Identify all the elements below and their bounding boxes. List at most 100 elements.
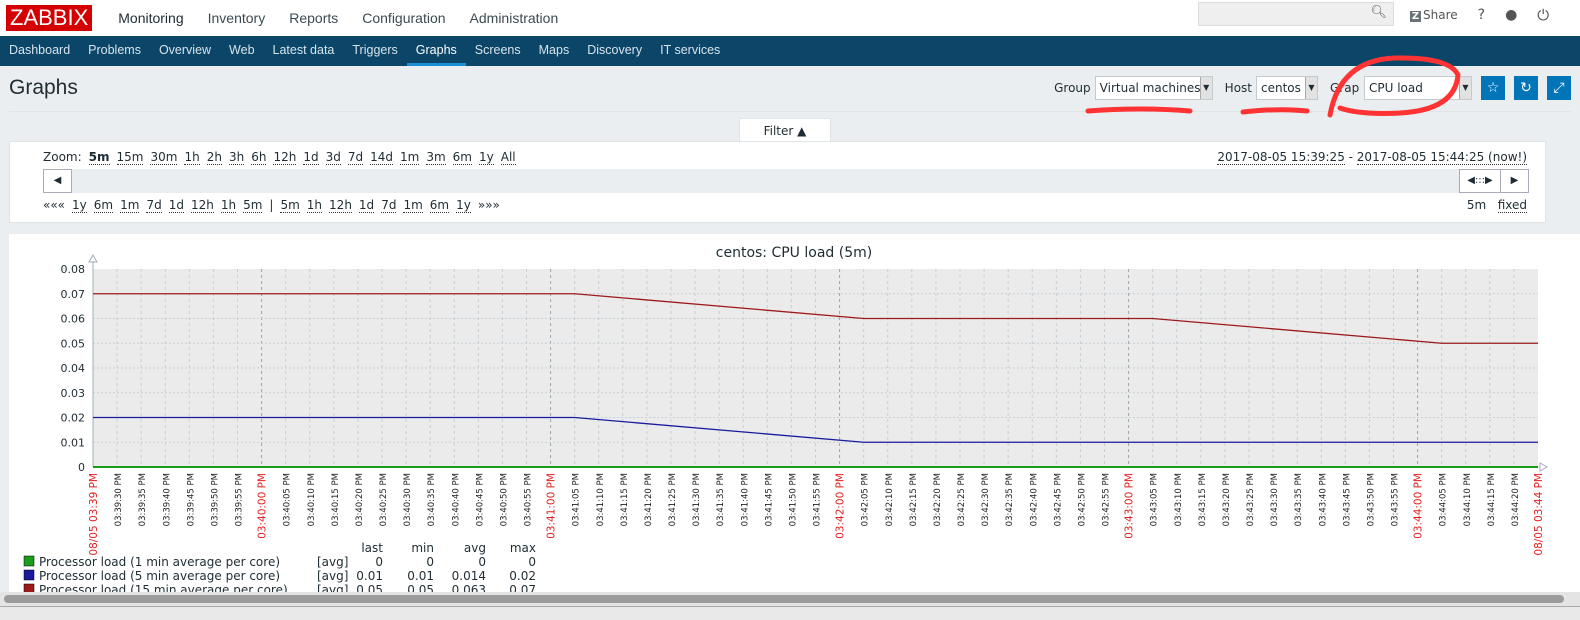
back-option[interactable]: 5m — [243, 198, 263, 213]
x-tick-label: 03:40:50 PM — [499, 473, 509, 526]
x-tick-label: 03:43:50 PM — [1366, 473, 1376, 526]
legend-max: 0.02 — [509, 569, 536, 583]
x-tick-label: 03:43:05 PM — [1150, 473, 1160, 526]
legend-avg: 0 — [478, 555, 486, 569]
x-tick-label: 03:43:45 PM — [1342, 473, 1352, 526]
zoom-option-1d[interactable]: 1d — [303, 150, 319, 165]
legend-swatch — [23, 569, 35, 581]
zoom-option-12h[interactable]: 12h — [273, 150, 297, 165]
forward-option[interactable]: »»» — [478, 198, 500, 213]
zoom-option-6m[interactable]: 6m — [452, 150, 472, 165]
cpu-load-chart: centos: CPU load (5m) 08/05 03:39 PM 03:39… — [23, 245, 1549, 597]
arrow-left-icon: ◀ — [53, 175, 62, 186]
timeline-scrollbar[interactable]: ◀ ◀:::▶ ▶ — [43, 169, 1529, 193]
legend-header-max: max — [510, 541, 536, 555]
x-tick-label: 03:41:15 PM — [620, 473, 630, 526]
zoom-option-30m[interactable]: 30m — [150, 150, 178, 165]
zoom-option-3m[interactable]: 3m — [426, 150, 446, 165]
x-tick-label: 03:42:00 PM — [835, 473, 847, 539]
forward-option[interactable]: 7d — [381, 198, 397, 213]
x-tick-label: 03:42:20 PM — [933, 473, 943, 526]
x-tick-label: 03:42:25 PM — [957, 473, 967, 526]
timeline-slider-handle[interactable]: ◀:::▶ — [1459, 169, 1501, 193]
legend-series-name: Processor load (5 min average per core) — [39, 569, 280, 583]
drag-handle-icon: ◀:::▶ — [1467, 175, 1493, 186]
x-tick-label: 03:43:10 PM — [1174, 473, 1184, 526]
x-tick-label: 03:43:35 PM — [1294, 473, 1304, 526]
back-option[interactable]: 1y — [72, 198, 87, 213]
forward-option[interactable]: 1h — [306, 198, 323, 213]
legend-header-min: min — [411, 541, 434, 555]
x-tick-label: 03:43:40 PM — [1318, 473, 1328, 526]
back-option[interactable]: ««« — [43, 198, 65, 213]
zoom-option-3d[interactable]: 3d — [325, 150, 341, 165]
legend-swatch — [23, 555, 35, 567]
forward-option[interactable]: 12h — [329, 198, 352, 213]
x-tick-label: 03:42:10 PM — [885, 473, 895, 526]
x-tick-label: 03:39:45 PM — [186, 473, 196, 526]
y-tick-label: 0.04 — [61, 362, 86, 375]
x-tick-label: 03:43:15 PM — [1198, 473, 1208, 526]
x-tick-label: 03:44:15 PM — [1487, 473, 1497, 526]
y-tick-label: 0.01 — [61, 436, 86, 449]
back-option[interactable]: 7d — [146, 198, 162, 213]
x-tick-label: 03:42:05 PM — [861, 473, 871, 526]
zoom-option-14d[interactable]: 14d — [370, 150, 393, 165]
legend-last: 0 — [375, 555, 383, 569]
back-option[interactable]: 1m — [120, 198, 140, 213]
separator: | — [269, 198, 274, 212]
legend-header-last: last — [361, 541, 383, 555]
scrollbar-thumb[interactable] — [4, 595, 1564, 603]
zoom-option-1y[interactable]: 1y — [478, 150, 494, 165]
back-option[interactable]: 6m — [93, 198, 114, 213]
forward-option[interactable]: 1y — [456, 198, 471, 213]
zoom-option-3h[interactable]: 3h — [228, 150, 245, 165]
forward-option[interactable]: 1m — [403, 198, 423, 213]
filter-toggle-tab[interactable]: Filter ▲ — [739, 118, 831, 142]
zoom-option-5m[interactable]: 5m — [88, 150, 110, 165]
x-tick-label: 03:41:10 PM — [596, 473, 606, 526]
scroll-right-button[interactable]: ▶ — [1500, 169, 1529, 193]
legend-func: [avg] — [317, 555, 348, 569]
forward-option[interactable]: 6m — [429, 198, 450, 213]
x-tick-label: 03:39:55 PM — [235, 473, 245, 526]
zoom-option-15m[interactable]: 15m — [116, 150, 144, 165]
forward-option[interactable]: 5m — [280, 198, 300, 213]
x-tick-label: 03:40:00 PM — [257, 473, 269, 539]
zoom-option-6h[interactable]: 6h — [251, 150, 267, 165]
date-to-link[interactable]: 2017-08-05 15:44:25 (now!) — [1356, 150, 1527, 165]
x-tick-label: 03:41:55 PM — [813, 473, 823, 526]
legend-min: 0 — [426, 555, 434, 569]
y-tick-label: 0 — [78, 461, 85, 474]
x-tick-label: 03:40:15 PM — [331, 473, 341, 526]
x-tick-label: 03:41:50 PM — [788, 473, 798, 526]
x-tick-label: 03:42:30 PM — [981, 473, 991, 526]
y-axis-arrow-icon — [88, 253, 98, 263]
zoom-option-7d[interactable]: 7d — [347, 150, 364, 165]
zoom-option-1h[interactable]: 1h — [184, 150, 200, 165]
x-tick-label: 03:44:20 PM — [1511, 473, 1521, 526]
scroll-left-button[interactable]: ◀ — [43, 169, 72, 193]
x-tick-label: 03:40:20 PM — [355, 473, 365, 526]
date-from-link[interactable]: 2017-08-05 15:39:25 — [1217, 150, 1345, 165]
back-option[interactable]: 12h — [190, 198, 214, 213]
fixed-toggle[interactable]: fixed — [1497, 198, 1527, 213]
zoom-option-1m[interactable]: 1m — [400, 150, 420, 165]
x-tick-label: 03:44:10 PM — [1463, 473, 1473, 526]
time-filter-panel: Zoom: 5m 15m 30m 1h 2h 3h 6h 12h 1d 3d 7d 14d 1m 3m 6m 1… — [9, 141, 1546, 223]
zoom-option-2h[interactable]: 2h — [206, 150, 222, 165]
x-tick-label: 03:43:20 PM — [1222, 473, 1232, 526]
zoom-label: Zoom: — [43, 150, 82, 164]
x-tick-label: 03:40:40 PM — [451, 473, 461, 526]
x-tick-label: 03:39:30 PM — [114, 473, 124, 526]
back-option[interactable]: 1d — [168, 198, 184, 213]
x-tick-label: 08/05 03:39 PM — [88, 473, 100, 556]
legend-max: 0 — [528, 555, 536, 569]
forward-option[interactable]: 1d — [358, 198, 375, 213]
x-tick-label: 03:42:55 PM — [1102, 473, 1112, 526]
back-option[interactable]: 1h — [220, 198, 237, 213]
zoom-option-All[interactable]: All — [500, 150, 516, 165]
legend-header-avg: avg — [464, 541, 486, 555]
horizontal-scrollbar[interactable] — [0, 592, 1580, 606]
x-tick-label: 03:40:30 PM — [403, 473, 413, 526]
